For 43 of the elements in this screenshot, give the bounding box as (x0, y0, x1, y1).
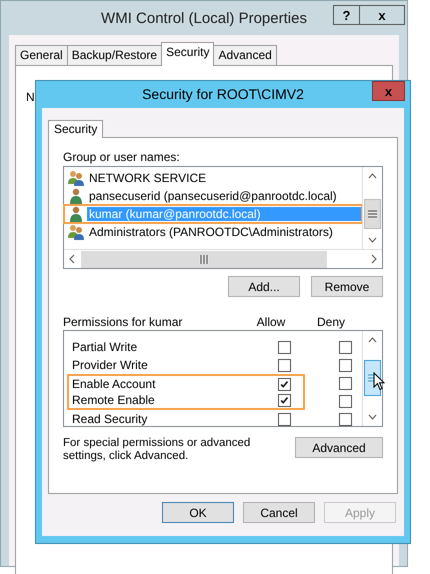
allow-checkbox[interactable] (278, 412, 291, 426)
panel-text: N (26, 90, 35, 104)
tab[interactable]: Advanced (213, 45, 277, 65)
user-icon (68, 206, 84, 222)
permission-name: Partial Write (72, 340, 138, 354)
allow-checkbox[interactable] (278, 340, 291, 354)
user-group-icon (68, 224, 84, 240)
close-button[interactable]: x (372, 81, 405, 101)
dialog-button[interactable]: OK (162, 502, 234, 523)
help-button[interactable]: ? (333, 5, 360, 25)
permission-name: Provider Write (72, 358, 149, 372)
allow-checkbox[interactable] (278, 378, 291, 390)
advanced-button[interactable]: Advanced (295, 437, 383, 458)
dialog-title: Security for ROOT\CIMV2 (142, 86, 304, 102)
tab[interactable]: General (15, 45, 68, 65)
deny-checkbox[interactable] (339, 376, 352, 390)
dialog-button[interactable]: Cancel (243, 502, 315, 523)
user-list-item[interactable]: NETWORK SERVICE (64, 169, 362, 187)
deny-checkbox[interactable] (339, 412, 352, 426)
tab[interactable]: Backup/Restore (66, 45, 162, 65)
user-list-item[interactable]: pansecuserid (pansecuserid@panrootdc.local) (64, 187, 362, 205)
users-label: Group or user names: (63, 150, 181, 164)
permission-name: Read Security (72, 412, 148, 426)
user-icon (68, 188, 84, 204)
deny-checkbox[interactable] (339, 394, 352, 408)
column-header: Deny (316, 315, 346, 329)
column-header: Allow (256, 315, 286, 329)
advanced-note: For special permissions or advanced settings, click Advanced. (63, 437, 252, 463)
tab[interactable]: Security (161, 42, 214, 66)
add-button[interactable]: Add... (228, 276, 300, 297)
allow-checkbox[interactable] (278, 394, 291, 406)
permission-name: Remote Enable (72, 393, 156, 407)
allow-checkbox[interactable] (278, 358, 291, 372)
tab[interactable]: Security (48, 120, 104, 138)
deny-checkbox[interactable] (339, 358, 352, 372)
permissions-label: Permissions for kumar (63, 315, 184, 329)
user-group-icon (68, 170, 84, 186)
permission-name: Enable Account (72, 377, 156, 391)
user-list-item[interactable]: Administrators (PANROOTDC\Administrators) (64, 223, 362, 241)
close-button[interactable]: x (360, 5, 405, 25)
window-title: WMI Control (Local) Properties (101, 10, 307, 26)
remove-button[interactable]: Remove (311, 276, 383, 297)
deny-checkbox[interactable] (339, 340, 352, 354)
